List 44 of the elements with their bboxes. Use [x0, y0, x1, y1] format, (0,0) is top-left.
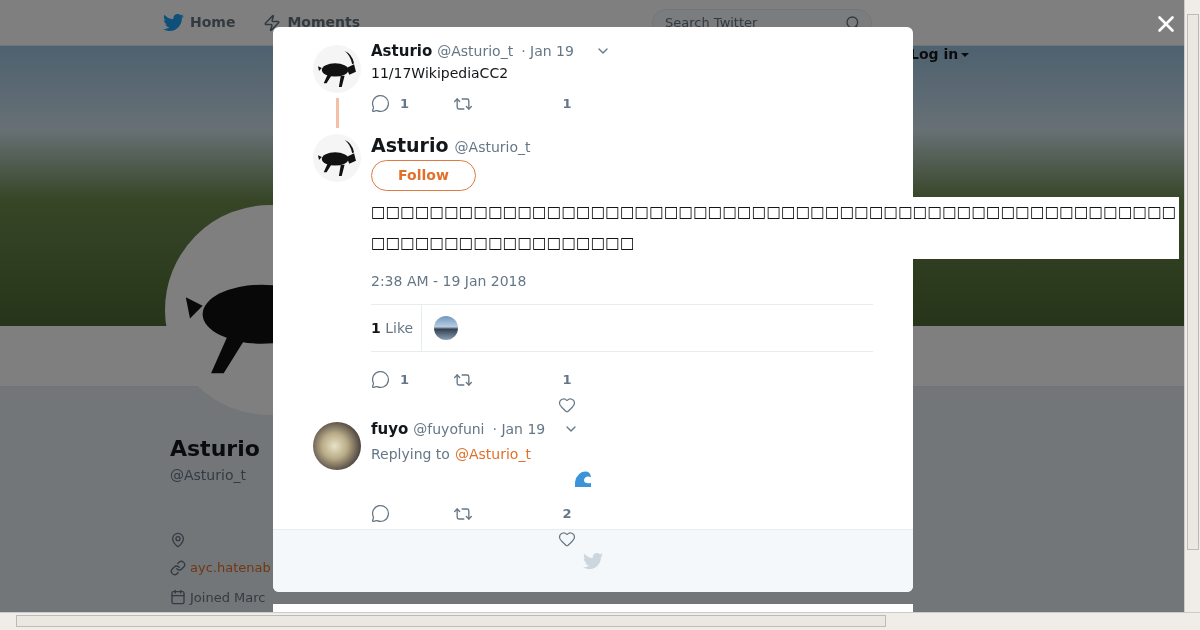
reply-icon[interactable] [371, 504, 390, 523]
like-icon[interactable] [558, 395, 576, 414]
tweet-timestamp: 2:38 AM - 19 Jan 2018 [371, 272, 528, 291]
calendar-icon [170, 589, 186, 606]
tweet-date: · Jan 19 [492, 420, 546, 438]
author-handle: @Asturio_t [454, 138, 531, 157]
like-count: 1 [562, 95, 572, 113]
lightning-icon [263, 13, 282, 32]
author-handle: @Asturio_t [437, 42, 514, 60]
avatar-photo [313, 422, 361, 470]
joined-date: Joined Marc [190, 588, 266, 607]
tweet-text: 11/17WikipediaCC2 [371, 64, 510, 83]
nav-link[interactable]: Moments [263, 12, 361, 33]
reply-icon[interactable] [371, 94, 390, 114]
bird-icon [583, 551, 603, 571]
profile-handle: @Asturio_t [170, 466, 246, 485]
like-icon[interactable] [558, 529, 576, 548]
reply-icon[interactable] [371, 370, 390, 390]
reply-count: 1 [400, 371, 410, 389]
link-icon [170, 559, 186, 576]
wave-icon [574, 471, 592, 488]
avatar [313, 134, 361, 182]
mention-link[interactable]: @Asturio_t [454, 444, 531, 465]
author-name: Asturio [371, 134, 449, 156]
horizontal-scrollbar[interactable] [0, 612, 1200, 630]
vertical-scrollbar[interactable] [1184, 0, 1200, 612]
reply-count: 1 [400, 95, 410, 113]
location-icon [170, 532, 186, 548]
liker-avatar[interactable] [434, 316, 459, 340]
like-count: 1 [562, 371, 572, 389]
bird-icon [163, 12, 184, 33]
replying-label: Replying to [371, 445, 450, 464]
nav-link[interactable]: Home [163, 12, 236, 33]
thread-line [335, 98, 339, 128]
author-name: Asturio [371, 42, 433, 60]
like-stat[interactable]: 1 Like [371, 317, 414, 339]
avatar [313, 45, 361, 93]
tweet-date: · Jan 19 [521, 42, 574, 60]
like-count: 2 [562, 505, 572, 523]
author-handle: @fuyofuni [413, 420, 485, 438]
author-name: fuyo [371, 420, 409, 438]
profile-name: Asturio [170, 435, 260, 463]
tweet-text: □□□□□□□□□□□□□□□□□□□□□□□□□□□□□□□□□□□□□□□□□□□□□□□□□□□□□□□□□□□□□□□□□□□□□□□□□ [371, 197, 1179, 259]
profile-link[interactable]: ayc.hatenab [190, 558, 271, 578]
